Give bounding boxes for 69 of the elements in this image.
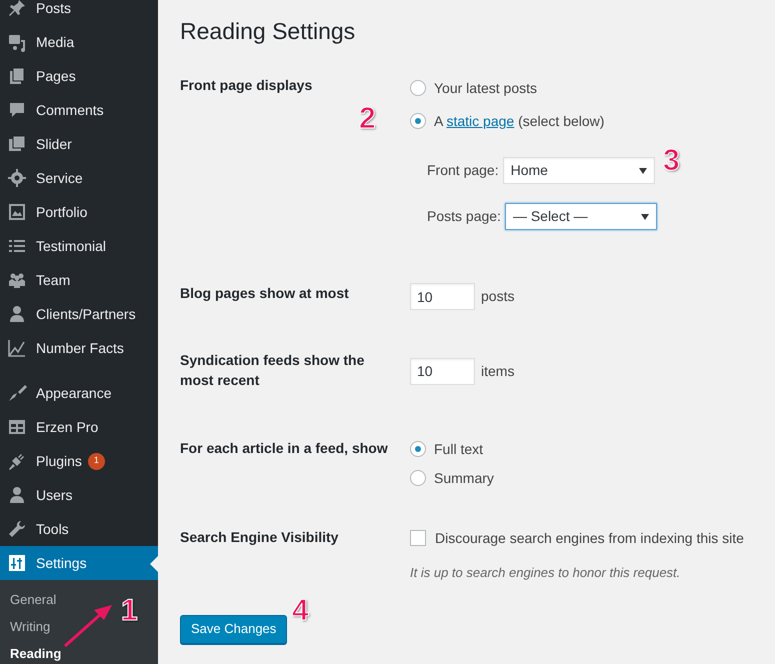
field-label: Search Engine Visibility xyxy=(180,528,338,547)
step-number: 1 xyxy=(121,596,138,626)
sidebar-item[interactable]: Users xyxy=(0,478,158,512)
wrench-icon xyxy=(7,519,27,539)
count-badge: 1 xyxy=(88,452,105,470)
select-label: Front page: xyxy=(427,161,499,180)
speech-bubble-icon xyxy=(7,100,27,120)
dropdown[interactable]: — Select — xyxy=(504,203,657,230)
submenu-item[interactable]: Reading xyxy=(0,640,72,664)
picture-frame-icon xyxy=(7,202,27,222)
dropdown[interactable]: Home xyxy=(502,157,655,184)
number-field[interactable]: 10 xyxy=(410,283,475,310)
caret-icon xyxy=(638,168,647,174)
radio-label: A static page (select below) xyxy=(434,112,604,131)
field-label: Front page displays xyxy=(180,76,312,95)
sidebar-item[interactable]: Pages xyxy=(0,59,158,93)
submenu-item[interactable]: Writing xyxy=(0,613,60,640)
field-label: For each article in a feed, show xyxy=(180,439,388,458)
current-pointer xyxy=(150,556,158,572)
sidebar-item[interactable]: Posts xyxy=(0,0,158,25)
pushpin-icon xyxy=(7,0,27,18)
unit-label: items xyxy=(481,362,514,380)
sidebar-item[interactable]: Number Facts xyxy=(0,331,158,365)
sliders-icon xyxy=(7,553,27,573)
media-icon xyxy=(7,32,27,52)
step-number: 2 xyxy=(359,104,376,134)
step-number: 4 xyxy=(292,596,309,626)
sidebar-item[interactable]: Settings xyxy=(0,546,158,580)
person-icon xyxy=(7,485,27,505)
sidebar-item[interactable]: Service xyxy=(0,161,158,195)
static-page-link[interactable]: static page xyxy=(446,112,514,128)
sidebar-item[interactable]: Appearance xyxy=(0,376,158,410)
person-icon xyxy=(7,304,27,324)
radio-label: Full text xyxy=(434,440,484,458)
sidebar-item[interactable]: Portfolio xyxy=(0,195,158,229)
plug-icon xyxy=(7,451,27,471)
radio-button[interactable] xyxy=(410,470,426,486)
layout-grid-icon xyxy=(7,417,27,437)
number-field[interactable]: 10 xyxy=(410,358,475,384)
hint-text: It is up to search engines to honor this request. xyxy=(410,564,682,582)
radio-label: Summary xyxy=(434,468,494,488)
arrow xyxy=(62,602,114,648)
field-label: Blog pages show at most xyxy=(180,284,349,303)
sidebar-item[interactable]: Testimonial xyxy=(0,229,158,263)
radio-button[interactable] xyxy=(410,441,426,457)
sidebar-item[interactable]: Comments xyxy=(0,93,158,127)
select-label: Posts page: xyxy=(427,207,501,226)
radio-button[interactable] xyxy=(410,113,426,129)
sidebar-item[interactable]: Erzen Pro xyxy=(0,410,158,444)
sidebar-item[interactable]: Media xyxy=(0,25,158,59)
field-label: Syndication feeds show the most recent xyxy=(180,351,366,390)
unit-label: posts xyxy=(481,287,514,306)
checkbox-label: Discourage search engines from indexing this site xyxy=(435,528,744,548)
sidebar-item[interactable]: Plugins 1 xyxy=(0,444,158,478)
radio-button[interactable] xyxy=(410,80,426,96)
submenu-item[interactable]: General xyxy=(0,586,66,613)
sidebar-item[interactable]: Clients/Partners xyxy=(0,297,158,331)
checkbox[interactable] xyxy=(410,530,426,546)
page-title: Reading Settings xyxy=(180,17,356,46)
images-icon xyxy=(7,134,27,154)
sidebar-item[interactable]: Tools xyxy=(0,512,158,546)
paintbrush-icon xyxy=(7,383,27,403)
radio-label: Your latest posts xyxy=(434,78,537,98)
line-chart-icon xyxy=(7,338,27,358)
sidebar-item[interactable]: Team xyxy=(0,263,158,297)
step-number: 3 xyxy=(663,146,680,176)
caret-icon xyxy=(640,214,649,220)
sidebar-item[interactable]: Slider xyxy=(0,127,158,161)
save-button[interactable]: Save Changes xyxy=(180,614,288,644)
